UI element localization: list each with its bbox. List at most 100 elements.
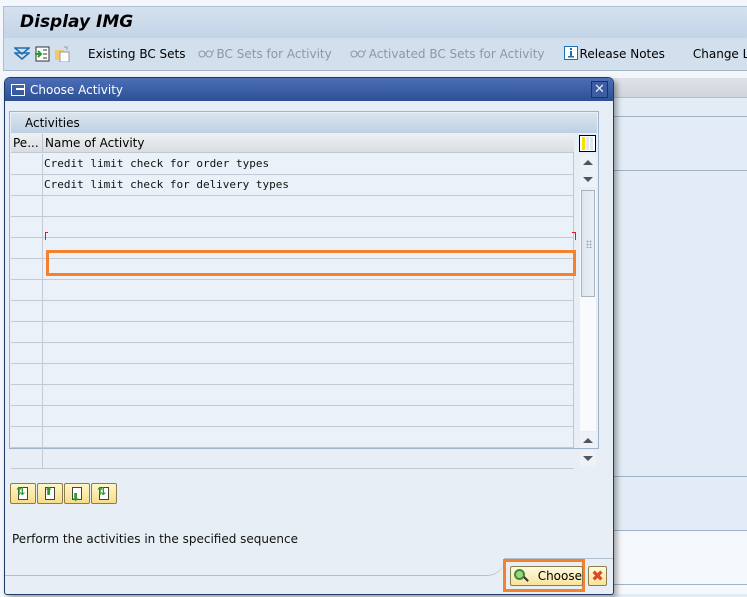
background-divider bbox=[610, 476, 747, 477]
scroll-up-button[interactable] bbox=[580, 154, 596, 170]
table-title: Activities bbox=[11, 113, 597, 133]
row-selector-cell[interactable] bbox=[11, 364, 43, 384]
table-row[interactable] bbox=[11, 238, 574, 259]
copy-page-icon[interactable] bbox=[54, 45, 70, 63]
cell-focus-marker bbox=[45, 232, 48, 240]
activity-name-cell[interactable] bbox=[43, 448, 574, 468]
table-row[interactable] bbox=[11, 217, 574, 238]
background-panel bbox=[610, 78, 747, 597]
activity-name-cell[interactable] bbox=[43, 385, 574, 405]
activity-name-cell[interactable] bbox=[43, 406, 574, 426]
table-row[interactable] bbox=[11, 364, 574, 385]
table-row[interactable] bbox=[11, 385, 574, 406]
activated-bc-sets-button[interactable]: Activated BC Sets for Activity bbox=[350, 47, 545, 61]
activity-name-cell[interactable]: Credit limit check for delivery types bbox=[43, 175, 574, 195]
app-toolbar: Existing BC Sets BC Sets for Activity Ac… bbox=[3, 38, 747, 71]
table-row[interactable] bbox=[11, 343, 574, 364]
choose-magnifier-icon bbox=[514, 569, 529, 583]
vertical-scrollbar[interactable] bbox=[580, 154, 596, 466]
table-row[interactable] bbox=[11, 301, 574, 322]
row-selector-cell[interactable] bbox=[11, 343, 43, 363]
move-down-button[interactable]: ⬇ bbox=[64, 483, 90, 504]
table-row[interactable]: Credit limit check for order types bbox=[11, 154, 574, 175]
release-notes-button[interactable]: Release Notes bbox=[563, 45, 665, 63]
table-row[interactable] bbox=[11, 448, 574, 469]
row-selector-cell[interactable] bbox=[11, 175, 43, 195]
activity-name-cell[interactable] bbox=[43, 238, 574, 258]
dialog-header[interactable]: Choose Activity ✕ bbox=[5, 78, 613, 101]
row-selector-cell[interactable] bbox=[11, 259, 43, 279]
enter-icon[interactable] bbox=[34, 45, 50, 63]
activity-name-cell[interactable] bbox=[43, 217, 574, 237]
row-selector-cell[interactable] bbox=[11, 217, 43, 237]
scroll-page-up-button[interactable] bbox=[580, 432, 596, 448]
expand-all-icon[interactable] bbox=[14, 45, 30, 63]
dialog-title: Choose Activity bbox=[30, 82, 123, 97]
grip-icon bbox=[586, 240, 592, 248]
row-selector-cell[interactable] bbox=[11, 427, 43, 447]
row-selector-cell[interactable] bbox=[11, 301, 43, 321]
arrow-up-icon: ⬆ bbox=[44, 485, 54, 498]
existing-bc-sets-label: Existing BC Sets bbox=[88, 47, 186, 61]
column-settings-icon[interactable] bbox=[579, 135, 596, 152]
scroll-down-button[interactable] bbox=[580, 171, 596, 187]
row-selector-cell[interactable] bbox=[11, 406, 43, 426]
background-divider bbox=[610, 530, 747, 531]
move-to-top-button[interactable]: ⇅ bbox=[10, 483, 36, 504]
table-row[interactable] bbox=[11, 427, 574, 448]
activity-name-cell[interactable] bbox=[43, 196, 574, 216]
activities-table-container: Activities Pe... Name of Activity Credit… bbox=[9, 111, 599, 469]
background-band bbox=[610, 78, 747, 98]
footer-divider bbox=[5, 575, 465, 576]
background-divider bbox=[610, 116, 747, 117]
activity-name-cell[interactable]: Credit limit check for order types bbox=[43, 154, 574, 174]
table-row[interactable] bbox=[11, 196, 574, 217]
change-log-button[interactable]: Change Log bbox=[693, 47, 747, 61]
table-row[interactable] bbox=[11, 259, 574, 280]
row-selector-cell[interactable] bbox=[11, 448, 43, 468]
row-selector-cell[interactable] bbox=[11, 322, 43, 342]
activity-name-cell[interactable] bbox=[43, 259, 574, 279]
scroll-thumb[interactable] bbox=[581, 190, 595, 297]
bc-sets-for-activity-button[interactable]: BC Sets for Activity bbox=[198, 47, 332, 61]
activity-name-cell[interactable] bbox=[43, 364, 574, 384]
glasses-icon bbox=[198, 47, 215, 61]
move-to-bottom-button[interactable]: ⇅ bbox=[91, 483, 117, 504]
activity-name-cell[interactable] bbox=[43, 280, 574, 300]
table-row[interactable] bbox=[11, 280, 574, 301]
existing-bc-sets-button[interactable]: Existing BC Sets bbox=[88, 47, 186, 61]
column-header-pe[interactable]: Pe... bbox=[11, 134, 43, 152]
arrow-down-icon: ⬇ bbox=[71, 491, 81, 504]
choose-activity-dialog: Choose Activity ✕ Activities Pe... Name … bbox=[4, 77, 614, 595]
row-selector-cell[interactable] bbox=[11, 196, 43, 216]
row-selector-cell[interactable] bbox=[11, 385, 43, 405]
arrow-up-icon bbox=[583, 159, 593, 165]
activity-name-cell[interactable] bbox=[43, 427, 574, 447]
column-header-name[interactable]: Name of Activity bbox=[43, 134, 144, 152]
close-icon[interactable]: ✕ bbox=[591, 81, 608, 98]
move-up-button[interactable]: ⬆ bbox=[37, 483, 63, 504]
row-selector-cell[interactable] bbox=[11, 238, 43, 258]
scroll-page-down-button[interactable] bbox=[580, 450, 596, 466]
footer-divider-curve bbox=[460, 558, 505, 576]
sequence-buttons: ⇅ ⬆ ⬇ ⇅ bbox=[10, 483, 117, 504]
activity-name-cell[interactable] bbox=[43, 322, 574, 342]
change-log-label: Change Log bbox=[692, 47, 747, 61]
table-row[interactable] bbox=[11, 322, 574, 343]
choose-button[interactable]: Choose bbox=[510, 566, 583, 586]
table-row[interactable] bbox=[11, 406, 574, 427]
background-divider bbox=[610, 170, 747, 171]
row-selector-cell[interactable] bbox=[11, 154, 43, 174]
activity-name-cell[interactable] bbox=[43, 301, 574, 321]
activated-bc-sets-label: Activated BC Sets for Activity bbox=[368, 47, 545, 61]
cell-focus-marker bbox=[572, 232, 576, 240]
grid-header: Pe... Name of Activity bbox=[11, 134, 574, 153]
table-row[interactable]: Credit limit check for delivery types bbox=[11, 175, 574, 196]
scroll-track[interactable] bbox=[580, 190, 596, 431]
double-arrow-icon: ⇅ bbox=[16, 485, 26, 498]
activity-name-cell[interactable] bbox=[43, 343, 574, 363]
row-selector-cell[interactable] bbox=[11, 280, 43, 300]
activities-grid: Pe... Name of Activity Credit limit chec… bbox=[11, 134, 574, 469]
arrow-down-icon bbox=[583, 176, 593, 182]
cancel-button[interactable]: ✖ bbox=[588, 566, 607, 586]
